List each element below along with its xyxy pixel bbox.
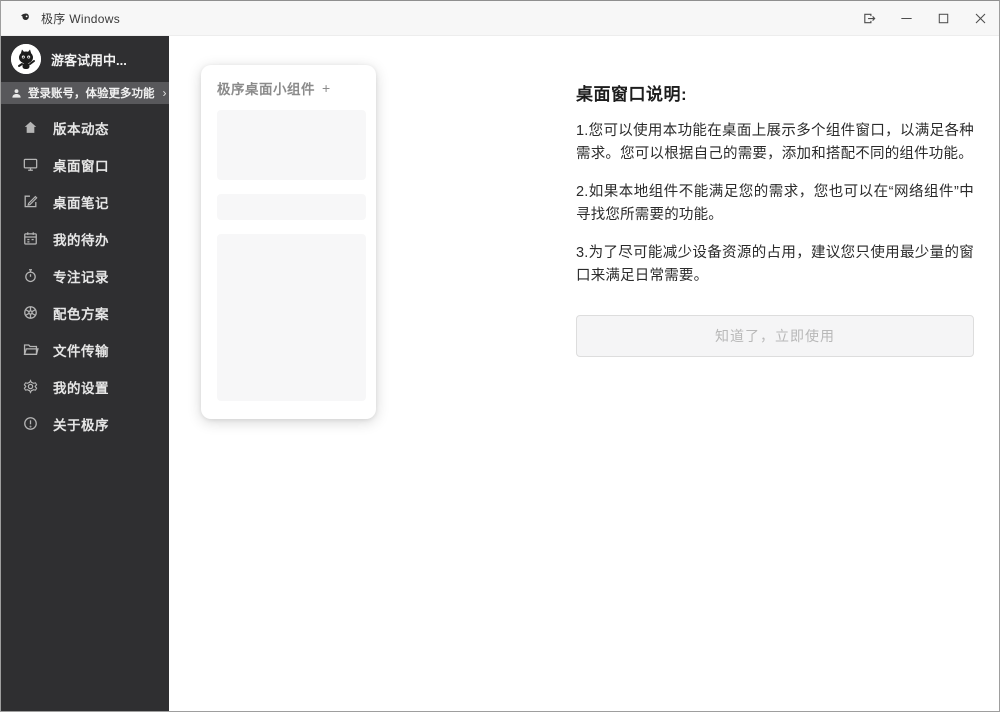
person-icon: [11, 88, 22, 99]
widget-placeholder: [217, 234, 366, 401]
avatar: [11, 44, 41, 74]
sidebar-item-label: 我的待办: [53, 232, 109, 248]
close-icon: [973, 11, 988, 26]
sidebar-item-label: 桌面笔记: [53, 195, 109, 211]
login-banner-label: 登录账号，体验更多功能: [28, 88, 155, 100]
sidebar-item-label: 文件传输: [53, 343, 109, 359]
home-icon: [22, 119, 39, 136]
sidebar-item-focus-record[interactable]: 专注记录: [1, 257, 169, 294]
instructions-paragraph: 3.为了尽可能减少设备资源的占用，建议您只使用最少量的窗口来满足日常需要。: [576, 245, 974, 284]
info-icon: [22, 415, 39, 432]
minimize-button[interactable]: [888, 1, 925, 36]
calendar-icon: [22, 230, 39, 247]
sidebar-menu: 版本动态 桌面窗口 桌面笔记 我的待办 专注记录 配色方案 文件传输 我的设置 …: [1, 104, 169, 442]
main-content: 极序桌面小组件 + 桌面窗口说明: 1.您可以使用本功能在桌面上展示多个组件窗口…: [169, 36, 999, 711]
instructions-paragraph: 1.您可以使用本功能在桌面上展示多个组件窗口，以满足各种需求。您可以根据自己的需…: [576, 123, 974, 162]
sidebar-item-label: 关于极序: [53, 417, 109, 433]
sidebar-item-my-todo[interactable]: 我的待办: [1, 220, 169, 257]
monitor-icon: [22, 156, 39, 173]
close-button[interactable]: [962, 1, 999, 36]
note-edit-icon: [22, 193, 39, 210]
widget-placeholder: [217, 110, 366, 180]
sidebar: 游客试用中... 登录账号，体验更多功能 › 版本动态 桌面窗口 桌面笔记 我的…: [1, 36, 169, 711]
sidebar-item-label: 桌面窗口: [53, 158, 109, 174]
logout-icon: [862, 11, 877, 26]
gear-icon: [22, 378, 39, 395]
maximize-button[interactable]: [925, 1, 962, 36]
widget-placeholder: [217, 194, 366, 220]
sidebar-item-label: 配色方案: [53, 306, 109, 322]
stopwatch-icon: [22, 267, 39, 284]
app-window: 极序 Windows 游客试用中... 登录账号，体验更多功能 › 版本动态 桌…: [0, 0, 1000, 712]
minimize-icon: [899, 11, 914, 26]
maximize-icon: [936, 11, 951, 26]
widget-panel-title: 极序桌面小组件: [217, 82, 315, 97]
widget-panel-card: 极序桌面小组件 +: [201, 65, 376, 419]
chevron-right-icon: ›: [162, 86, 167, 100]
sidebar-item-desktop-notes[interactable]: 桌面笔记: [1, 183, 169, 220]
sidebar-item-color-scheme[interactable]: 配色方案: [1, 294, 169, 331]
login-banner[interactable]: 登录账号，体验更多功能 ›: [1, 82, 169, 104]
user-status-text: 游客试用中...: [51, 52, 127, 68]
confirm-button[interactable]: 知道了，立即使用: [576, 315, 974, 357]
sidebar-item-my-settings[interactable]: 我的设置: [1, 368, 169, 405]
instructions-panel: 桌面窗口说明: 1.您可以使用本功能在桌面上展示多个组件窗口，以满足各种需求。您…: [576, 80, 974, 357]
sidebar-item-file-transfer[interactable]: 文件传输: [1, 331, 169, 368]
instructions-paragraph: 2.如果本地组件不能满足您的需求，您也可以在“网络组件”中寻找您所需要的功能。: [576, 184, 974, 223]
add-widget-button[interactable]: +: [322, 81, 330, 95]
sidebar-item-desktop-window[interactable]: 桌面窗口: [1, 146, 169, 183]
sidebar-item-version-news[interactable]: 版本动态: [1, 109, 169, 146]
user-profile[interactable]: 游客试用中...: [1, 36, 169, 82]
logout-button[interactable]: [851, 1, 888, 36]
titlebar: 极序 Windows: [1, 1, 999, 36]
sidebar-item-label: 版本动态: [53, 121, 109, 137]
color-wheel-icon: [22, 304, 39, 321]
sidebar-item-about[interactable]: 关于极序: [1, 405, 169, 442]
sidebar-item-label: 专注记录: [53, 269, 109, 285]
sidebar-item-label: 我的设置: [53, 380, 109, 396]
instructions-title: 桌面窗口说明:: [576, 85, 688, 104]
app-logo-icon: [18, 11, 32, 25]
window-title: 极序 Windows: [41, 11, 121, 26]
folder-icon: [22, 341, 39, 358]
